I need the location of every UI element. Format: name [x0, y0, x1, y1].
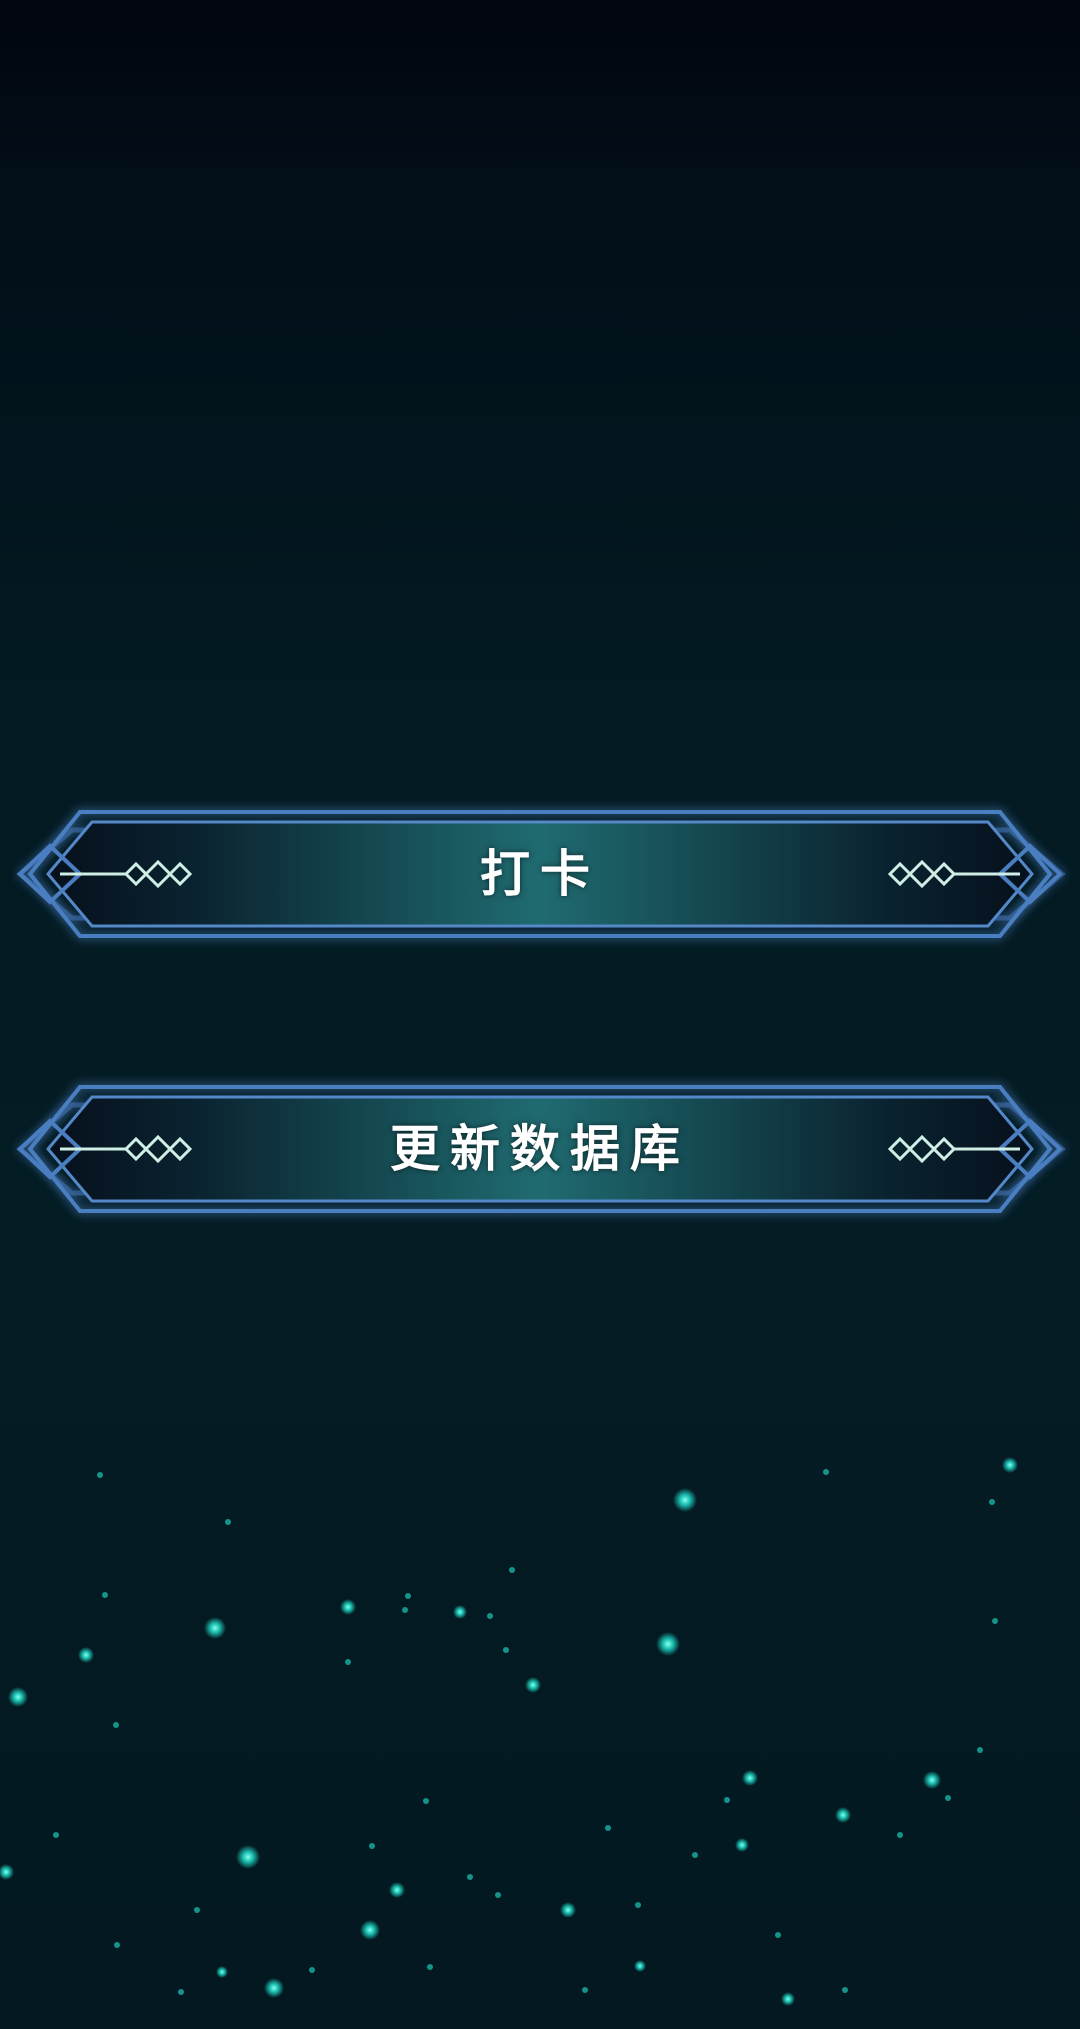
app-screen: 打卡 更新数据库 — [0, 0, 1080, 2029]
glow-particle — [692, 1852, 698, 1858]
glow-particle — [0, 1864, 14, 1880]
glow-particle — [309, 1967, 315, 1973]
glow-particle — [509, 1567, 515, 1573]
glow-particle — [423, 1798, 429, 1804]
glow-particle — [1002, 1457, 1018, 1473]
glow-particle — [897, 1832, 903, 1838]
glow-particle — [427, 1964, 433, 1970]
glow-particle — [977, 1747, 983, 1753]
glow-particle — [113, 1722, 119, 1728]
glow-particle — [178, 1989, 184, 1995]
glow-particle — [992, 1618, 998, 1624]
glow-particle — [369, 1843, 375, 1849]
glow-particle — [194, 1907, 200, 1913]
glow-particle — [945, 1795, 951, 1801]
glow-particle — [360, 1920, 380, 1940]
glow-particle — [989, 1499, 995, 1505]
glow-particle — [673, 1488, 697, 1512]
glow-particle — [405, 1593, 411, 1599]
glow-particle — [467, 1874, 473, 1880]
glow-particle — [560, 1902, 576, 1918]
glow-particle — [781, 1992, 795, 2006]
glow-particle — [495, 1892, 501, 1898]
glow-particle — [503, 1647, 509, 1653]
glow-particle — [635, 1902, 641, 1908]
glow-particle — [264, 1978, 284, 1998]
glow-particle — [582, 1987, 588, 1993]
glow-particle — [923, 1771, 941, 1789]
glow-particle — [656, 1632, 680, 1656]
glow-particle — [204, 1617, 226, 1639]
glow-particle — [634, 1960, 646, 1972]
glow-particle — [835, 1807, 851, 1823]
glow-particle — [78, 1647, 94, 1663]
glow-particle — [340, 1599, 356, 1615]
update-database-button-label: 更新数据库 — [390, 1120, 690, 1178]
glow-particle — [823, 1469, 829, 1475]
glow-particle — [724, 1797, 730, 1803]
glow-particle — [389, 1882, 405, 1898]
glow-particle — [102, 1592, 108, 1598]
glow-particle — [114, 1942, 120, 1948]
particle-field — [0, 1457, 1018, 2006]
glow-particle — [345, 1659, 351, 1665]
glow-particle — [216, 1966, 228, 1978]
glow-particle — [842, 1987, 848, 1993]
glow-particle — [605, 1825, 611, 1831]
glow-particle — [525, 1677, 541, 1693]
checkin-button[interactable]: 打卡 — [10, 790, 1070, 958]
glow-particle — [8, 1687, 28, 1707]
glow-particle — [775, 1932, 781, 1938]
glow-particle — [53, 1832, 59, 1838]
glow-particle — [742, 1770, 758, 1786]
glow-particle — [735, 1838, 749, 1852]
glow-particle — [236, 1845, 260, 1869]
glow-particle — [487, 1613, 493, 1619]
glow-particle — [453, 1605, 467, 1619]
glow-particle — [402, 1607, 408, 1613]
update-database-button[interactable]: 更新数据库 — [10, 1065, 1070, 1233]
checkin-button-label: 打卡 — [480, 845, 600, 903]
glow-particle — [225, 1519, 231, 1525]
glow-particle — [97, 1472, 103, 1478]
